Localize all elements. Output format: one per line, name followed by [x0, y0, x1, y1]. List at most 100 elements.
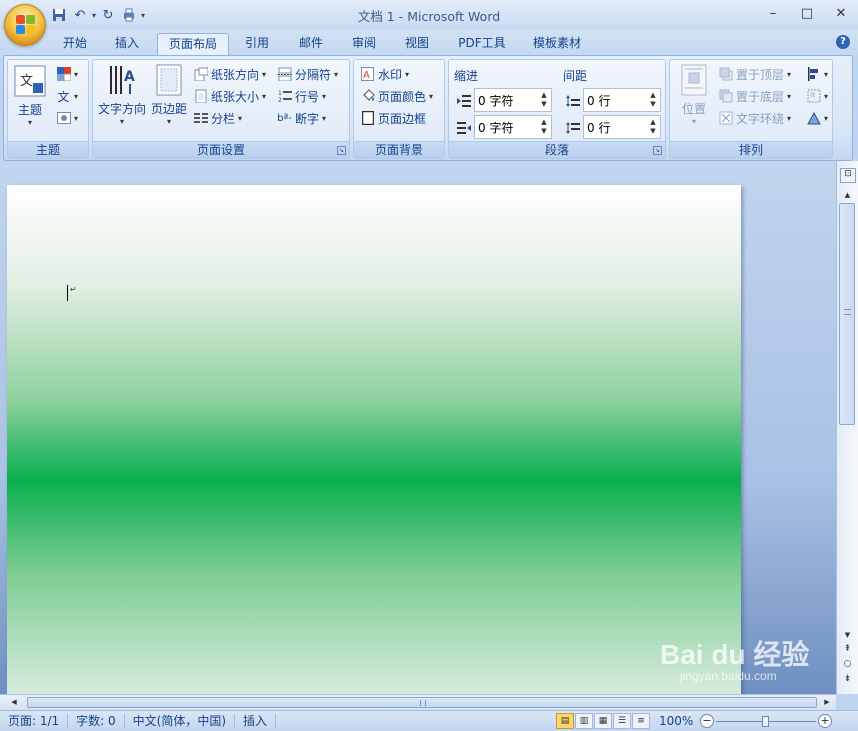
horizontal-scrollbar[interactable]: ◀ ▶	[0, 694, 836, 710]
print-layout-view-icon[interactable]: ▤	[556, 713, 574, 729]
text-wrapping-icon	[718, 111, 733, 126]
page-color-button[interactable]: 页面颜色 ▾	[360, 86, 433, 106]
svg-text:A: A	[124, 69, 135, 85]
tab-page-layout[interactable]: 页面布局	[157, 33, 229, 55]
orientation-button[interactable]: 纸张方向 ▾	[193, 64, 266, 84]
scroll-down-icon[interactable]: ▼	[840, 628, 855, 642]
orientation-icon	[193, 67, 208, 82]
text-wrapping-button[interactable]: 文字环绕 ▾	[718, 108, 791, 128]
margins-button[interactable]: 页边距 ▾	[149, 64, 189, 126]
zoom-in-icon[interactable]: +	[818, 714, 832, 728]
spacing-after-stepper[interactable]: ▲ ▼	[648, 118, 658, 136]
tab-view[interactable]: 视图	[396, 33, 438, 55]
page-borders-button[interactable]: 页面边框	[360, 108, 426, 128]
spacing-before-field[interactable]: 0 行 ▲ ▼	[583, 88, 661, 112]
chevron-down-icon: ▾	[691, 117, 696, 126]
watermark-label: 水印	[378, 67, 403, 82]
align-button[interactable]: ▾	[806, 64, 828, 84]
tab-pdf-tools[interactable]: PDF工具	[452, 33, 512, 55]
line-numbers-button[interactable]: 12 行号 ▾	[277, 86, 327, 106]
zoom-slider-thumb[interactable]	[762, 716, 769, 727]
tab-references[interactable]: 引用	[236, 33, 278, 55]
tab-templates[interactable]: 模板素材	[525, 33, 589, 55]
tab-home[interactable]: 开始	[54, 33, 96, 55]
ribbon: 文 主题 ▾ ▾ 文 ▾ ▾ 主题 A 文字方向 ▾ 页边距 ▾ 纸张方向 ▾ …	[3, 55, 853, 161]
line-numbers-label: 行号	[295, 89, 320, 104]
status-page[interactable]: 页面: 1/1	[0, 713, 69, 729]
indent-right-icon	[456, 120, 471, 135]
position-label: 位置	[681, 102, 706, 116]
hyphenation-button[interactable]: bª- 断字 ▾	[277, 108, 326, 128]
minimize-button[interactable]: –	[756, 2, 790, 24]
view-ruler-icon[interactable]: ⊡	[840, 168, 856, 183]
tab-mailings[interactable]: 邮件	[290, 33, 332, 55]
next-page-icon[interactable]: ⇟	[840, 674, 855, 688]
document-page[interactable]: ↵	[7, 185, 741, 694]
margins-icon	[153, 64, 185, 96]
office-logo-icon	[16, 15, 36, 35]
spacing-before-stepper[interactable]: ▲ ▼	[648, 91, 658, 109]
web-layout-view-icon[interactable]: ▦	[594, 713, 612, 729]
scroll-right-icon[interactable]: ▶	[820, 696, 834, 709]
rotate-button[interactable]: ▾	[806, 108, 828, 128]
scroll-up-icon[interactable]: ▲	[840, 188, 855, 202]
scroll-left-icon[interactable]: ◀	[7, 696, 21, 709]
indent-left-value: 0 字符	[478, 93, 514, 108]
size-button[interactable]: 纸张大小 ▾	[193, 86, 266, 106]
maximize-button[interactable]: □	[790, 2, 824, 24]
position-button[interactable]: 位置 ▾	[674, 64, 714, 126]
breaks-button[interactable]: 分隔符 ▾	[277, 64, 338, 84]
breaks-icon	[277, 67, 292, 82]
margins-label: 页边距	[150, 102, 187, 116]
status-insert-mode[interactable]: 插入	[235, 713, 277, 729]
orientation-label: 纸张方向	[211, 67, 260, 82]
send-to-back-button[interactable]: 置于底层 ▾	[718, 86, 791, 106]
group-label-arrange: 排列	[670, 141, 832, 158]
page-borders-icon	[360, 111, 375, 126]
view-buttons: ▤ ▥ ▦ ☰ ≡	[556, 713, 650, 729]
outline-view-icon[interactable]: ☰	[613, 713, 631, 729]
columns-button[interactable]: 分栏 ▾	[193, 108, 242, 128]
full-screen-reading-view-icon[interactable]: ▥	[575, 713, 593, 729]
text-direction-button[interactable]: A 文字方向 ▾	[97, 64, 147, 126]
vertical-scrollbar[interactable]: ⊡ ▲ ▼ ⇞ ○ ⇟	[836, 161, 858, 694]
theme-effects-button[interactable]: ▾	[56, 108, 78, 128]
group-label-page-setup: 页面设置	[93, 141, 349, 158]
previous-page-icon[interactable]: ⇞	[840, 644, 855, 658]
tab-review[interactable]: 审阅	[343, 33, 385, 55]
close-button[interactable]: ✕	[824, 2, 858, 24]
zoom-out-icon[interactable]: −	[700, 714, 714, 728]
horizontal-scroll-thumb[interactable]	[27, 697, 817, 708]
spacing-after-icon	[565, 120, 580, 135]
page-setup-launcher-icon[interactable]: ↘	[337, 146, 346, 155]
browse-object-icon[interactable]: ○	[840, 659, 855, 673]
indent-right-field[interactable]: 0 字符 ▲ ▼	[474, 115, 552, 139]
theme-button[interactable]: 文 主题 ▾	[12, 65, 48, 127]
indent-left-field[interactable]: 0 字符 ▲ ▼	[474, 88, 552, 112]
theme-colors-button[interactable]: ▾	[56, 64, 78, 84]
theme-fonts-button[interactable]: 文 ▾	[56, 86, 78, 106]
spacing-after-field[interactable]: 0 行 ▲ ▼	[583, 115, 661, 139]
chevron-down-icon: ▾	[27, 118, 32, 127]
office-button[interactable]	[4, 4, 46, 46]
status-bar: 页面: 1/1 字数: 0 中文(简体，中国) 插入 ▤ ▥ ▦ ☰ ≡ 100…	[0, 710, 858, 731]
vertical-scroll-thumb[interactable]	[839, 203, 855, 425]
indent-right-stepper[interactable]: ▲ ▼	[539, 118, 549, 136]
theme-effects-icon	[56, 111, 71, 126]
indent-left-stepper[interactable]: ▲ ▼	[539, 91, 549, 109]
text-cursor	[67, 285, 68, 301]
zoom-level[interactable]: 100%	[659, 714, 693, 728]
help-icon[interactable]: ?	[836, 35, 850, 49]
window-controls: – □ ✕	[756, 2, 858, 24]
svg-text:文: 文	[20, 74, 33, 89]
draft-view-icon[interactable]: ≡	[632, 713, 650, 729]
bring-to-front-button[interactable]: 置于顶层 ▾	[718, 64, 791, 84]
group-objects-button[interactable]: ▾	[806, 86, 828, 106]
status-word-count[interactable]: 字数: 0	[68, 713, 125, 729]
status-language[interactable]: 中文(简体，中国)	[125, 713, 236, 729]
bring-to-front-label: 置于顶层	[736, 67, 785, 82]
tab-insert[interactable]: 插入	[106, 33, 148, 55]
paragraph-launcher-icon[interactable]: ↘	[653, 146, 662, 155]
group-theme: 文 主题 ▾ ▾ 文 ▾ ▾ 主题	[7, 59, 89, 159]
watermark-button[interactable]: A 水印 ▾	[360, 64, 409, 84]
